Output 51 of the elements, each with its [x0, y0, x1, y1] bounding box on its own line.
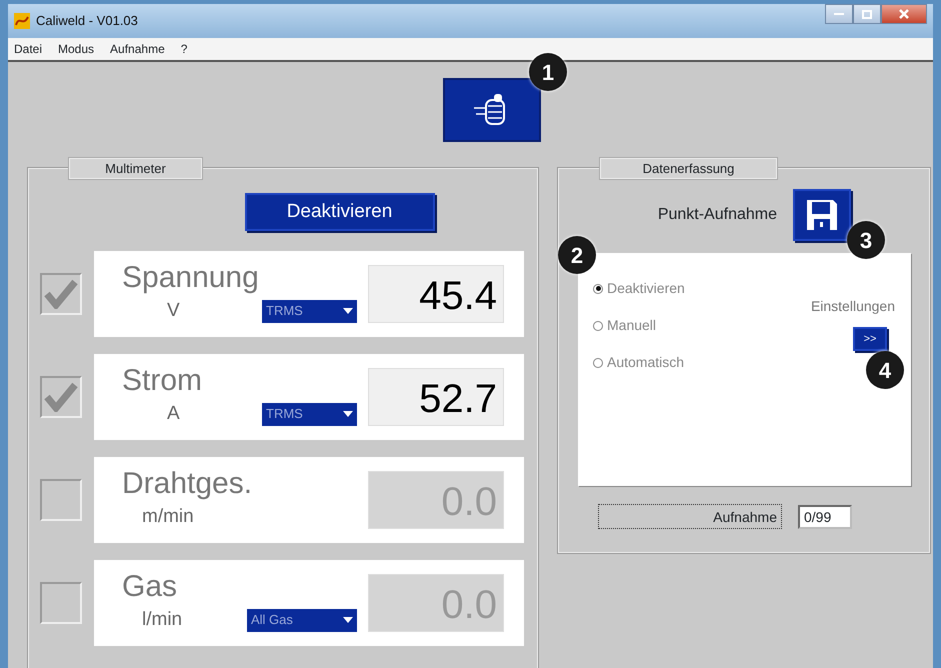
- record-label: Aufnahme: [598, 504, 782, 529]
- checkbox[interactable]: [40, 479, 82, 521]
- callout-number: 2: [558, 236, 596, 274]
- value-display: 0.0: [368, 471, 504, 529]
- menu-item[interactable]: Modus: [54, 40, 98, 58]
- mode-dropdown[interactable]: TRMS: [262, 402, 357, 426]
- save-button[interactable]: [793, 189, 851, 241]
- app-icon: [14, 13, 30, 29]
- maximize-button[interactable]: [853, 4, 881, 24]
- checkbox[interactable]: [40, 582, 82, 624]
- caret-icon: [343, 411, 353, 417]
- channel-name: Gas: [122, 572, 178, 602]
- menu-item[interactable]: Datei: [10, 40, 46, 58]
- deactivate-button[interactable]: Deaktivieren: [244, 193, 434, 231]
- unit-label: V: [167, 298, 180, 323]
- group-title: Multimeter: [69, 158, 202, 179]
- unit-label: l/min: [142, 608, 182, 632]
- record-counter-field[interactable]: 0/99: [798, 504, 852, 528]
- caret-icon: [343, 617, 353, 623]
- close-icon: [899, 9, 909, 19]
- close-button[interactable]: [881, 4, 927, 24]
- channel-name: Spannung: [122, 262, 259, 293]
- point-record-label: Punkt-Aufnahme: [658, 205, 777, 225]
- channel-name: Strom: [122, 366, 202, 396]
- radio-button[interactable]: [593, 320, 603, 330]
- radio-button[interactable]: [593, 358, 603, 368]
- radio-option[interactable]: Manuell: [593, 315, 685, 336]
- radio-button[interactable]: [593, 284, 603, 294]
- settings-button[interactable]: >>: [853, 327, 887, 351]
- unit-label: m/min: [142, 504, 194, 529]
- value-display: 0.0: [368, 574, 504, 632]
- minimize-button[interactable]: [825, 4, 853, 24]
- unit-label: A: [167, 402, 180, 426]
- channel-name: Drahtges.: [122, 468, 252, 499]
- menu-item[interactable]: Aufnahme: [106, 40, 169, 58]
- maximize-icon: [862, 10, 872, 18]
- minimize-icon: [834, 12, 844, 16]
- hand-button[interactable]: [443, 78, 541, 142]
- window-title: Caliweld - V01.03: [36, 12, 138, 30]
- settings-label: Einstellungen: [810, 297, 895, 316]
- group-title: Datenerfassung: [600, 158, 777, 179]
- mode-dropdown[interactable]: All Gas: [247, 608, 357, 632]
- value-display: 45.4: [368, 265, 504, 323]
- radio-option[interactable]: Automatisch: [593, 352, 685, 373]
- checkbox[interactable]: [40, 273, 82, 315]
- value-display: 52.7: [368, 368, 504, 426]
- caret-icon: [343, 308, 353, 314]
- radio-option[interactable]: Deaktivieren: [593, 278, 685, 299]
- mode-dropdown[interactable]: TRMS: [262, 300, 357, 322]
- menu-item[interactable]: ?: [176, 40, 192, 58]
- checkbox[interactable]: [40, 376, 82, 418]
